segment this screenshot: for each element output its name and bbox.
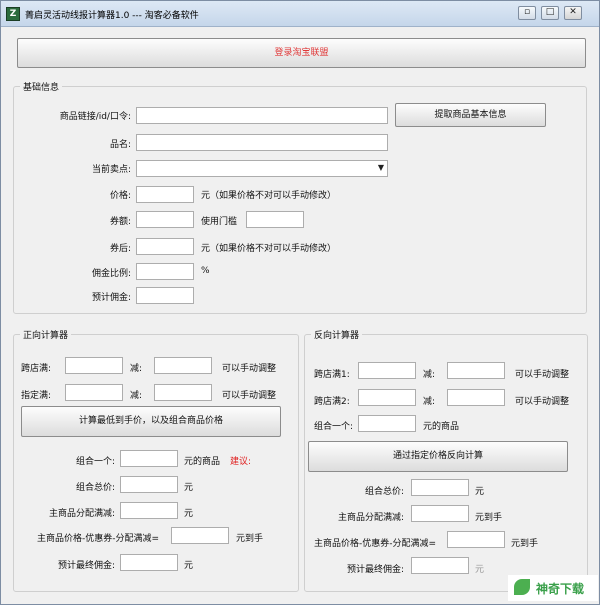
window-title: 菁启灵活动线报计算器1.0 --- 淘客必备软件 xyxy=(25,11,199,21)
cross-store-minus-label: 减: xyxy=(130,364,143,374)
leaf-logo-icon xyxy=(514,579,530,595)
cross-store-minus-input[interactable] xyxy=(154,357,212,374)
forward-main-alloc-unit: 元 xyxy=(184,509,194,519)
cross1-manual-hint: 可以手动调整 xyxy=(515,370,570,380)
fetch-product-info-button[interactable]: 提取商品基本信息 xyxy=(395,103,546,127)
reverse-combo-input[interactable] xyxy=(358,415,416,432)
cross1-minus-label: 减: xyxy=(423,370,436,380)
product-name-label: 品名: xyxy=(109,140,131,150)
forward-est-final-input[interactable] xyxy=(120,554,178,571)
percent-sign: % xyxy=(201,266,210,276)
reverse-est-final-unit: 元 xyxy=(475,565,485,575)
reverse-est-final-label: 预计最终佣金: xyxy=(346,565,404,575)
after-coupon-input[interactable] xyxy=(136,238,194,255)
forward-combo-input[interactable] xyxy=(120,450,178,467)
calc-lowest-price-button[interactable]: 计算最低到手价，以及组合商品价格 xyxy=(21,406,281,437)
reverse-calc-button[interactable]: 通过指定价格反向计算 xyxy=(308,441,568,472)
forward-main-alloc-label: 主商品分配满减: xyxy=(48,509,115,519)
cross-store-input[interactable] xyxy=(65,357,123,374)
coupon-input[interactable] xyxy=(136,211,194,228)
reverse-final-formula-label: 主商品价格-优惠券-分配满减= xyxy=(314,539,437,549)
forward-combo-total-unit: 元 xyxy=(184,483,194,493)
designated-label: 指定满: xyxy=(21,391,52,401)
close-icon[interactable]: ✕ xyxy=(564,6,582,20)
app-icon: Z xyxy=(6,7,20,21)
cross1-label: 跨店满1: xyxy=(314,370,350,380)
forward-combo-total-input[interactable] xyxy=(120,476,178,493)
chevron-down-icon: ▼ xyxy=(377,163,384,172)
forward-combo-total-label: 组合总价: xyxy=(75,483,115,493)
designated-input[interactable] xyxy=(65,384,123,401)
coupon-label: 券额: xyxy=(109,217,131,227)
cross2-input[interactable] xyxy=(358,389,416,406)
designated-minus-input[interactable] xyxy=(154,384,212,401)
reverse-combo-total-input[interactable] xyxy=(411,479,469,496)
minimize-icon[interactable]: ▫ xyxy=(518,6,536,20)
forward-est-final-label: 预计最终佣金: xyxy=(57,561,115,571)
designated-minus-label: 减: xyxy=(130,391,143,401)
est-commission-label: 预计佣金: xyxy=(91,293,131,303)
reverse-final-formula-unit: 元到手 xyxy=(511,539,539,549)
cross2-minus-label: 减: xyxy=(423,397,436,407)
threshold-input[interactable] xyxy=(246,211,304,228)
reverse-combo-total-unit: 元 xyxy=(475,487,485,497)
reverse-est-final-input[interactable] xyxy=(411,557,469,574)
cross2-label: 跨店满2: xyxy=(314,397,350,407)
selling-point-select[interactable]: ▼ xyxy=(136,160,388,177)
app-window: Z 菁启灵活动线报计算器1.0 --- 淘客必备软件 ▫ □ ✕ 登录淘宝联盟 … xyxy=(0,0,600,605)
cross2-minus-input[interactable] xyxy=(447,389,505,406)
reverse-combo-label: 组合一个: xyxy=(314,422,354,432)
reverse-combo-unit: 元的商品 xyxy=(423,422,460,432)
product-link-input[interactable] xyxy=(136,107,388,124)
title-bar: Z 菁启灵活动线报计算器1.0 --- 淘客必备软件 ▫ □ ✕ xyxy=(1,1,599,27)
threshold-label: 使用门槛 xyxy=(201,217,238,227)
price-label: 价格: xyxy=(109,191,131,201)
reverse-main-alloc-label: 主商品分配满减: xyxy=(337,513,404,523)
forward-combo-unit: 元的商品 xyxy=(184,457,221,467)
commission-rate-label: 佣金比例: xyxy=(91,269,131,279)
forward-calculator-title: 正向计算器 xyxy=(20,328,72,341)
cross2-manual-hint: 可以手动调整 xyxy=(515,397,570,407)
basic-info-title: 基础信息 xyxy=(20,80,63,93)
after-coupon-label: 券后: xyxy=(109,244,131,254)
designated-manual-hint: 可以手动调整 xyxy=(222,391,277,401)
est-commission-input[interactable] xyxy=(136,287,194,304)
cross-store-label: 跨店满: xyxy=(21,364,52,374)
suggest-label: 建议: xyxy=(230,457,252,467)
reverse-final-formula-input[interactable] xyxy=(447,531,505,548)
price-input[interactable] xyxy=(136,186,194,203)
reverse-main-alloc-input[interactable] xyxy=(411,505,469,522)
after-coupon-hint: 元（如果价格不对可以手动修改） xyxy=(201,244,337,254)
product-name-input[interactable] xyxy=(136,134,388,151)
forward-combo-label: 组合一个: xyxy=(75,457,115,467)
watermark-text: 神奇下载 xyxy=(536,582,585,596)
cross-store-manual-hint: 可以手动调整 xyxy=(222,364,277,374)
selling-point-label: 当前卖点: xyxy=(91,165,131,175)
forward-est-final-unit: 元 xyxy=(184,561,194,571)
price-hint: 元（如果价格不对可以手动修改） xyxy=(201,191,337,201)
cross1-input[interactable] xyxy=(358,362,416,379)
product-link-label: 商品链接/id/口令: xyxy=(59,112,131,122)
cross1-minus-input[interactable] xyxy=(447,362,505,379)
reverse-calculator-title: 反向计算器 xyxy=(311,328,363,341)
login-taobao-union-button[interactable]: 登录淘宝联盟 xyxy=(17,38,586,68)
watermark: 神奇下载 xyxy=(508,575,598,601)
forward-final-formula-unit: 元到手 xyxy=(236,534,264,544)
forward-final-formula-label: 主商品价格-优惠券-分配满减= xyxy=(37,534,160,544)
reverse-combo-total-label: 组合总价: xyxy=(364,487,404,497)
forward-main-alloc-input[interactable] xyxy=(120,502,178,519)
commission-rate-input[interactable] xyxy=(136,263,194,280)
reverse-main-alloc-unit: 元到手 xyxy=(475,513,503,523)
maximize-icon[interactable]: □ xyxy=(541,6,559,20)
forward-final-formula-input[interactable] xyxy=(171,527,229,544)
